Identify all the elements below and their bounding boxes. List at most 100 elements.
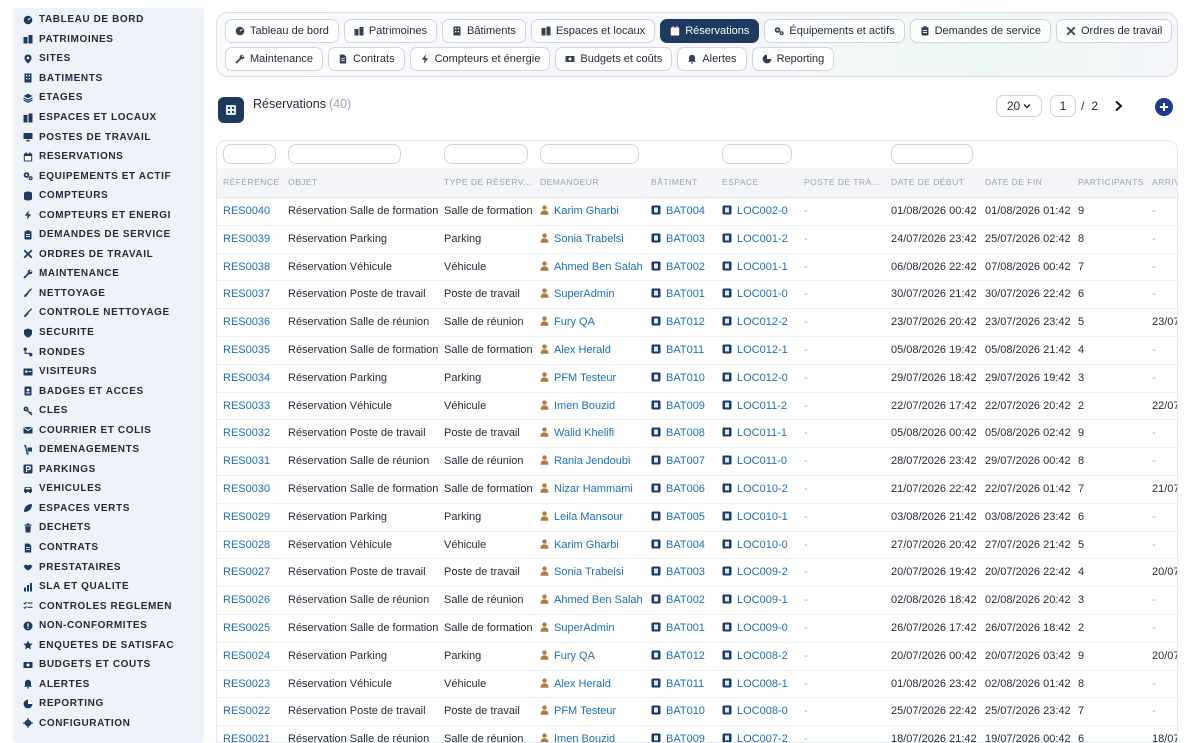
espace-link[interactable]: LOC001-2	[737, 233, 788, 245]
sidebar-item-wrench[interactable]: MAINTENANCE	[13, 264, 204, 284]
reservation-link[interactable]: RES0021	[223, 733, 270, 742]
cell-batiment[interactable]: BAT002	[651, 261, 719, 273]
demandeur-link[interactable]: Fury QA	[554, 316, 595, 328]
cell-batiment[interactable]: BAT001	[651, 622, 719, 634]
cell-demandeur[interactable]: Imen Bouzid	[540, 733, 648, 742]
cell-demandeur[interactable]: Walid Khelifi	[540, 427, 648, 439]
cell-espace[interactable]: LOC009-1	[722, 594, 802, 606]
espace-link[interactable]: LOC009-0	[737, 622, 788, 634]
filter-espace-input[interactable]	[722, 144, 792, 164]
table-row[interactable]: RES0038 Réservation Véhicule Véhicule Ahmed…	[217, 254, 1177, 282]
espace-link[interactable]: LOC012-0	[737, 372, 788, 384]
cell-reference[interactable]: RES0040	[223, 205, 283, 217]
demandeur-link[interactable]: Ahmed Ben Salah	[554, 594, 643, 606]
reservation-link[interactable]: RES0027	[223, 566, 270, 578]
espace-link[interactable]: LOC008-2	[737, 650, 788, 662]
demandeur-link[interactable]: Ahmed Ben Salah	[554, 261, 643, 273]
tab-bell[interactable]: Alertes	[677, 47, 747, 71]
table-row[interactable]: RES0026 Réservation Salle de réunion Salle…	[217, 587, 1177, 615]
reservation-link[interactable]: RES0035	[223, 344, 270, 356]
cell-espace[interactable]: LOC012-0	[722, 372, 802, 384]
cell-reference[interactable]: RES0023	[223, 678, 283, 690]
reservation-link[interactable]: RES0036	[223, 316, 270, 328]
cell-reference[interactable]: RES0024	[223, 650, 283, 662]
cell-demandeur[interactable]: Ahmed Ben Salah	[540, 594, 648, 606]
sidebar-item-star[interactable]: ENQUÊTES DE SATISFAC	[13, 636, 204, 656]
add-reservation-button[interactable]	[1155, 98, 1173, 116]
demandeur-link[interactable]: Karim Gharbi	[554, 539, 619, 551]
cell-demandeur[interactable]: PFM Testeur	[540, 372, 648, 384]
cell-batiment[interactable]: BAT003	[651, 566, 719, 578]
cell-espace[interactable]: LOC010-2	[722, 483, 802, 495]
cell-reference[interactable]: RES0026	[223, 594, 283, 606]
demandeur-link[interactable]: PFM Testeur	[554, 705, 616, 717]
sidebar-item-location-pin[interactable]: SITES	[13, 49, 204, 69]
table-row[interactable]: RES0032 Réservation Poste de travail Poste…	[217, 420, 1177, 449]
cell-reference[interactable]: RES0031	[223, 455, 283, 467]
tab-clipboard[interactable]: Demandes de service	[909, 19, 1051, 43]
demandeur-link[interactable]: Sonia Trabelsi	[554, 566, 624, 578]
cell-batiment[interactable]: BAT011	[651, 678, 719, 690]
column-header-espace[interactable]: ESPACE	[722, 177, 802, 187]
reservation-link[interactable]: RES0025	[223, 622, 270, 634]
sidebar-item-alert-circle[interactable]: NON-CONFORMITÉS	[13, 616, 204, 636]
cell-demandeur[interactable]: Leila Mansour	[540, 511, 648, 523]
sidebar-item-shield[interactable]: SÉCURITÉ	[13, 323, 204, 343]
table-row[interactable]: RES0031 Réservation Salle de réunion Salle…	[217, 448, 1177, 476]
cell-reference[interactable]: RES0022	[223, 705, 283, 717]
demandeur-link[interactable]: Rania Jendoubi	[554, 455, 630, 467]
batiment-link[interactable]: BAT007	[666, 455, 705, 467]
espace-link[interactable]: LOC001-1	[737, 261, 788, 273]
cell-espace[interactable]: LOC008-2	[722, 650, 802, 662]
tab-dashboard[interactable]: Tableau de bord	[225, 19, 339, 43]
cell-batiment[interactable]: BAT012	[651, 316, 719, 328]
espace-link[interactable]: LOC011-1	[737, 427, 787, 439]
filter-date-debut-input[interactable]	[891, 144, 973, 164]
table-row[interactable]: RES0022 Réservation Poste de travail Poste…	[217, 698, 1177, 727]
demandeur-link[interactable]: Imen Bouzid	[554, 733, 615, 742]
espace-link[interactable]: LOC007-2	[737, 733, 788, 742]
tab-report[interactable]: Reporting	[751, 47, 835, 71]
cell-demandeur[interactable]: Karim Gharbi	[540, 539, 648, 551]
cell-espace[interactable]: LOC007-2	[722, 733, 802, 742]
sidebar-item-badge[interactable]: BADGES ET ACCÈS	[13, 381, 204, 401]
batiment-link[interactable]: BAT012	[666, 650, 705, 662]
column-header-reference[interactable]: RÉFÉRENCE	[223, 177, 285, 187]
filter-type-input[interactable]	[444, 144, 528, 164]
batiment-link[interactable]: BAT002	[666, 594, 705, 606]
cell-espace[interactable]: LOC011-0	[722, 455, 802, 467]
cell-demandeur[interactable]: Ahmed Ben Salah	[540, 261, 648, 273]
cell-demandeur[interactable]: Nizar Hammami	[540, 483, 648, 495]
sidebar-item-car[interactable]: VÉHICULES	[13, 479, 204, 499]
table-row[interactable]: RES0033 Réservation Véhicule Véhicule Imen …	[217, 393, 1177, 421]
page-size-select[interactable]: 20	[996, 95, 1042, 117]
batiment-link[interactable]: BAT006	[666, 483, 705, 495]
column-header-demandeur[interactable]: DEMANDEUR	[540, 177, 648, 187]
espace-link[interactable]: LOC008-0	[737, 705, 788, 717]
sidebar-item-dolly[interactable]: DÉMÉNAGEMENTS	[13, 440, 204, 460]
column-header-arrivee[interactable]: ARRIV	[1152, 177, 1177, 187]
cell-batiment[interactable]: BAT006	[651, 483, 719, 495]
table-row[interactable]: RES0039 Réservation Parking Parking Sonia T…	[217, 226, 1177, 254]
table-row[interactable]: RES0037 Réservation Poste de travail Poste…	[217, 281, 1177, 310]
espace-link[interactable]: LOC012-1	[737, 344, 788, 356]
demandeur-link[interactable]: Walid Khelifi	[554, 427, 614, 439]
cell-reference[interactable]: RES0021	[223, 733, 283, 742]
cell-espace[interactable]: LOC008-1	[722, 678, 802, 690]
demandeur-link[interactable]: Alex Herald	[554, 678, 611, 690]
sidebar-item-document[interactable]: CONTRATS	[13, 538, 204, 558]
tab-cogs[interactable]: Équipements et actifs	[764, 19, 905, 43]
column-header-date-debut[interactable]: DATE DE DÉBUT	[891, 177, 983, 187]
table-row[interactable]: RES0030 Réservation Salle de formation Sal…	[217, 476, 1177, 504]
batiment-link[interactable]: BAT004	[666, 539, 705, 551]
batiment-link[interactable]: BAT011	[666, 344, 704, 356]
demandeur-link[interactable]: Fury QA	[554, 650, 595, 662]
reservation-link[interactable]: RES0024	[223, 650, 270, 662]
cell-batiment[interactable]: BAT010	[651, 705, 719, 717]
reservation-link[interactable]: RES0029	[223, 511, 270, 523]
demandeur-link[interactable]: Karim Gharbi	[554, 205, 619, 217]
espace-link[interactable]: LOC012-2	[737, 316, 788, 328]
table-row[interactable]: RES0027 Réservation Poste de travail Poste…	[217, 559, 1177, 588]
table-row[interactable]: RES0034 Réservation Parking Parking PFM Tes…	[217, 365, 1177, 393]
cell-reference[interactable]: RES0030	[223, 483, 283, 495]
